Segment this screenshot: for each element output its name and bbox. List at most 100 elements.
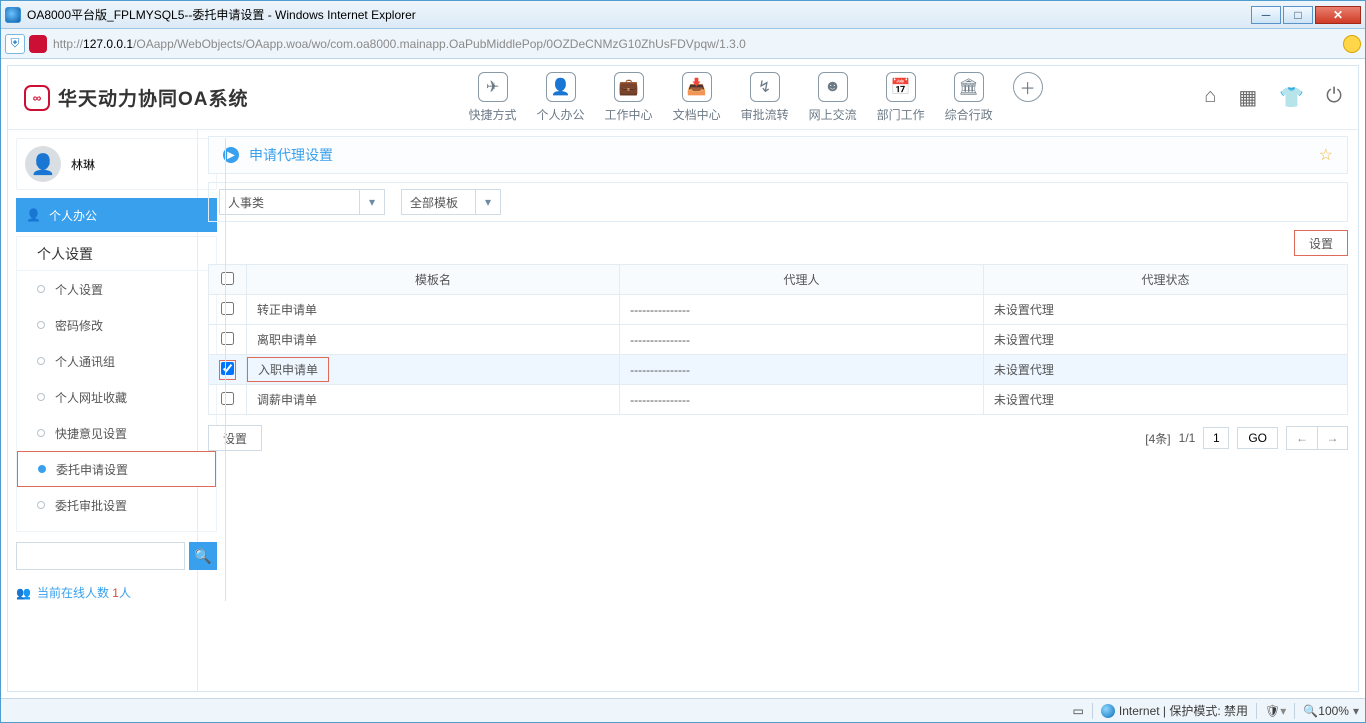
power-icon[interactable]: ⏻: [1326, 85, 1342, 110]
sidebar-item[interactable]: 委托审批设置: [17, 487, 216, 523]
settings-button-top[interactable]: 设置: [1294, 230, 1348, 256]
bullet-icon: [37, 321, 45, 329]
protected-mode-icon[interactable]: 🛡: [1265, 704, 1280, 718]
row-checkbox[interactable]: [221, 362, 234, 375]
online-count: 👥 当前在线人数 1人: [16, 584, 217, 601]
user-icon: 👤: [546, 72, 576, 102]
sidebar-item[interactable]: 快捷意见设置: [17, 415, 216, 451]
settings-button-bottom[interactable]: 设置: [208, 425, 262, 451]
template-value[interactable]: [401, 189, 475, 215]
user-box[interactable]: 👤 林琳: [16, 138, 217, 190]
nav-work-center[interactable]: 💼工作中心: [605, 72, 653, 123]
sidebar-search-input[interactable]: [16, 542, 185, 570]
cell-agent: ---------------: [620, 385, 984, 415]
theme-icon[interactable]: 👕: [1279, 85, 1304, 110]
sidebar-item[interactable]: 委托申请设置: [17, 451, 216, 487]
row-checkbox[interactable]: [221, 302, 234, 315]
table-row[interactable]: 转正申请单---------------未设置代理: [209, 295, 1348, 325]
apps-icon[interactable]: ▦: [1238, 85, 1257, 110]
flow-icon: ↯: [750, 72, 780, 102]
url-field[interactable]: http://127.0.0.1/OAapp/WebObjects/OAapp.…: [53, 37, 1335, 51]
sidebar-item[interactable]: 个人网址收藏: [17, 379, 216, 415]
window-titlebar: OA8000平台版_FPLMYSQL5--委托申请设置 - Windows In…: [1, 1, 1365, 29]
online-suffix: 人: [119, 586, 131, 600]
row-checkbox[interactable]: [221, 392, 234, 405]
sidebar-item[interactable]: 密码修改: [17, 307, 216, 343]
cell-status: 未设置代理: [983, 295, 1347, 325]
nav-label: 综合行政: [945, 106, 993, 123]
bullet-icon: [37, 393, 45, 401]
nav-label: 快捷方式: [469, 106, 517, 123]
nav-label: 部门工作: [877, 106, 925, 123]
bullet-icon: [37, 429, 45, 437]
select-all-checkbox[interactable]: [221, 272, 234, 285]
sidebar: 👤 林琳 👤 个人办公 个人设置 个人设置密码修改个人通讯组个人网址收藏快捷意见…: [8, 130, 198, 691]
online-number: 1: [112, 586, 119, 600]
main-panel: ▶ 申请代理设置 ☆ ▾ ▾: [198, 130, 1358, 691]
table-row[interactable]: 调薪申请单---------------未设置代理: [209, 385, 1348, 415]
nav-department[interactable]: 📅 部门工作: [877, 72, 925, 123]
pager: ← →: [1286, 426, 1348, 450]
cell-template: 转正申请单: [247, 295, 620, 325]
row-checkbox[interactable]: [221, 332, 234, 345]
prev-page-button[interactable]: ←: [1287, 427, 1317, 449]
sidebar-section-personal[interactable]: 👤 个人办公: [16, 198, 217, 232]
user-fill-icon: 👤: [26, 208, 41, 222]
compat-view-icon[interactable]: [1343, 35, 1361, 53]
favorite-star-icon[interactable]: ☆: [1319, 145, 1333, 165]
minimize-button[interactable]: ─: [1251, 6, 1281, 24]
users-icon: 👥: [16, 586, 31, 600]
sidebar-item-label: 个人网址收藏: [55, 389, 127, 406]
chat-icon: ☻: [818, 72, 848, 102]
table-row[interactable]: 离职申请单---------------未设置代理: [209, 325, 1348, 355]
close-button[interactable]: ✕: [1315, 6, 1361, 24]
go-button[interactable]: GO: [1237, 427, 1278, 449]
filter-bar: ▾ ▾: [208, 182, 1348, 222]
bullet-icon: [38, 465, 46, 473]
building-icon: 🏛: [954, 72, 984, 102]
ie-status-bar: ▭ Internet | 保护模式: 禁用 🛡 ▾ 🔍 100% ▾: [1, 698, 1365, 722]
template-select[interactable]: ▾: [401, 189, 501, 215]
zoom-icon[interactable]: 🔍: [1303, 704, 1318, 718]
nav-add[interactable]: ＋: [1013, 72, 1043, 123]
bullet-icon: [37, 285, 45, 293]
ie-icon: [5, 7, 21, 23]
nav-label: 文档中心: [673, 106, 721, 123]
inbox-icon: 📥: [682, 72, 712, 102]
nav-shortcut[interactable]: ✈ 快捷方式: [469, 72, 517, 123]
nav-approval[interactable]: ↯审批流转: [741, 72, 789, 123]
sidebar-item-label: 个人通讯组: [55, 353, 115, 370]
nav-communication[interactable]: ☻网上交流: [809, 72, 857, 123]
sidebar-item[interactable]: 个人设置: [17, 271, 216, 307]
home-icon[interactable]: ⌂: [1204, 85, 1216, 110]
nav-doc-center[interactable]: 📥 文档中心: [673, 72, 721, 123]
next-page-button[interactable]: →: [1317, 427, 1347, 449]
cell-status: 未设置代理: [983, 355, 1347, 385]
nav-admin[interactable]: 🏛 综合行政: [945, 72, 993, 123]
bullet-icon: [37, 501, 45, 509]
maximize-button[interactable]: □: [1283, 6, 1313, 24]
category-value[interactable]: [219, 189, 359, 215]
nav-personal[interactable]: 👤个人办公: [537, 72, 585, 123]
proxy-table: 模板名 代理人 代理状态 转正申请单---------------未设置代理离职…: [208, 264, 1348, 415]
sidebar-item[interactable]: 个人通讯组: [17, 343, 216, 379]
category-select[interactable]: ▾: [219, 189, 385, 215]
panel-header: ▶ 申请代理设置 ☆: [208, 136, 1348, 174]
chevron-down-icon[interactable]: ▾: [359, 189, 385, 215]
sidebar-scrollbar[interactable]: [225, 138, 226, 601]
brand-logo-icon: ∞: [24, 85, 50, 111]
security-shield-icon[interactable]: ⛨: [5, 34, 25, 54]
sidebar-item-label: 委托审批设置: [55, 497, 127, 514]
sidebar-group-title[interactable]: 个人设置: [17, 237, 216, 271]
page-input[interactable]: [1203, 427, 1229, 449]
paper-plane-icon: ✈: [478, 72, 508, 102]
chevron-down-icon[interactable]: ▾: [475, 189, 501, 215]
calendar-icon: 📅: [886, 72, 916, 102]
user-name: 林琳: [71, 156, 95, 173]
col-agent: 代理人: [620, 265, 984, 295]
sidebar-item[interactable]: 收藏夹维护: [17, 523, 216, 531]
table-row[interactable]: 入职申请单---------------未设置代理: [209, 355, 1348, 385]
url-scheme: http://: [53, 37, 83, 51]
cell-template: 调薪申请单: [247, 385, 620, 415]
popup-blocker-icon[interactable]: ▭: [1073, 704, 1084, 718]
